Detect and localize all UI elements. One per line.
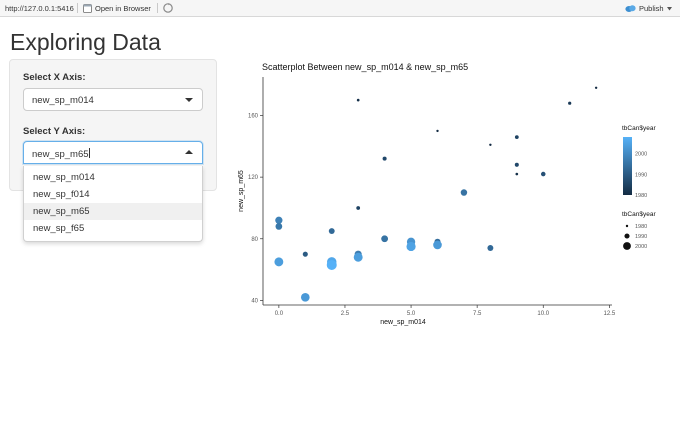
x-tick-label: 5.0 [407,311,416,317]
color-legend-label: 2000 [635,152,647,158]
y-tick-label: 160 [248,114,259,120]
scatter-point [275,216,283,224]
dropdown-option[interactable]: new_sp_f65 [24,220,202,237]
scatter-point [594,86,598,89]
x-axis-value: new_sp_m014 [32,95,94,106]
toolbar-divider [157,3,158,13]
color-legend-label: 1990 [635,172,647,178]
scatter-point [302,251,308,257]
x-axis-label: Select X Axis: [23,72,86,83]
publish-button[interactable]: Publish [625,3,672,14]
y-axis-value: new_sp_m65 [32,149,89,160]
scatter-point [356,98,360,102]
caret-down-icon [185,98,193,102]
color-legend-title: tbCan$year [622,125,656,132]
caret-up-icon [185,150,193,154]
x-tick-label: 0.0 [275,311,284,317]
scatter-point [274,257,284,267]
size-legend-label: 1980 [635,224,647,230]
scatter-point [433,240,442,250]
chart-title: Scatterplot Between new_sp_m014 & new_sp… [262,62,468,72]
chevron-down-icon [666,6,672,10]
scatter-point [356,206,361,210]
scatter-point [326,259,337,270]
scatter-point [514,135,519,139]
publish-icon [625,5,636,12]
url-text: http://127.0.0.1:5416 [5,4,74,13]
scatter-point [275,223,283,230]
scatter-point [487,245,494,251]
y-axis-dropdown-menu: new_sp_m014 new_sp_f014 new_sp_m65 new_s… [23,166,203,242]
size-legend-dot [624,233,630,239]
scatter-point [406,241,416,252]
scatter-point [540,171,546,177]
size-legend-label: 2000 [635,244,647,250]
size-legend-dot [623,242,631,250]
y-tick-label: 40 [251,298,258,304]
refresh-icon[interactable] [162,2,174,14]
x-axis-title: new_sp_m014 [380,319,426,326]
scatter-point [514,162,519,167]
scatter-point [381,235,388,242]
size-legend-dot [625,224,629,228]
dropdown-option-selected[interactable]: new_sp_m65 [24,203,202,220]
text-cursor [88,148,90,158]
open-in-browser-button[interactable]: Open in Browser [83,3,151,14]
publish-label: Publish [639,4,664,13]
color-legend-bar [623,137,632,195]
x-tick-label: 12.5 [604,311,616,317]
y-tick-label: 120 [248,175,259,181]
scatter-point [489,143,492,146]
scatter-point [328,228,335,235]
x-tick-label: 2.5 [341,311,350,317]
color-legend-label: 1980 [635,193,647,199]
dropdown-option[interactable]: new_sp_m014 [24,169,202,186]
x-tick-label: 7.5 [473,311,482,317]
browser-icon [83,4,92,13]
scatter-point [353,252,363,262]
scatter-point [436,129,439,133]
size-legend-label: 1990 [635,234,647,240]
viewer-toolbar: http://127.0.0.1:5416 Open in Browser Pu… [0,0,680,17]
y-axis-select[interactable]: new_sp_m65 [23,141,203,164]
size-legend-title: tbCan$year [622,211,656,218]
scatter-point [568,101,572,105]
scatter-point [382,156,387,161]
x-axis-select[interactable]: new_sp_m014 [23,88,203,111]
scatter-point [515,172,519,176]
page-title: Exploring Data [10,29,161,55]
toolbar-divider [77,3,78,13]
y-tick-label: 80 [251,237,258,243]
x-tick-label: 10.0 [537,311,549,317]
scatter-plot: Scatterplot Between new_sp_m014 & new_sp… [238,62,656,326]
open-in-browser-label: Open in Browser [95,4,151,13]
dropdown-option[interactable]: new_sp_f014 [24,186,202,203]
y-axis-label: Select Y Axis: [23,126,86,137]
y-axis-title: new_sp_m65 [238,170,245,212]
scatter-point [460,189,468,196]
scatter-point [300,292,310,302]
